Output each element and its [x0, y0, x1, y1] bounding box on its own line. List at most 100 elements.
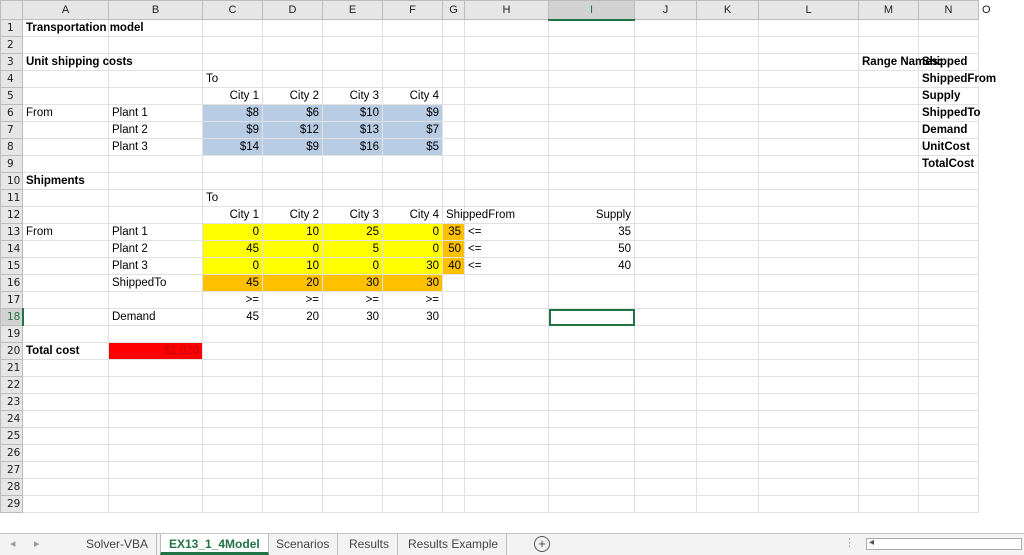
cell-b9[interactable]	[108, 155, 203, 173]
row-header-4[interactable]: 4	[0, 70, 23, 88]
cell-g19[interactable]	[442, 325, 465, 343]
cell-f5[interactable]: City 4	[382, 87, 443, 105]
row-header-10[interactable]: 10	[0, 172, 23, 190]
cell-m24[interactable]	[858, 410, 919, 428]
cell-d18[interactable]: 20	[262, 308, 323, 326]
cell-n14[interactable]	[918, 240, 979, 258]
cell-n28[interactable]	[918, 478, 979, 496]
cell-h18[interactable]	[464, 308, 549, 326]
cell-b21[interactable]	[108, 359, 203, 377]
cell-e17[interactable]: >=	[322, 291, 383, 309]
cell-n10[interactable]	[918, 172, 979, 190]
cell-d12[interactable]: City 2	[262, 206, 323, 224]
cell-j3[interactable]	[634, 53, 697, 71]
cell-g11[interactable]	[442, 189, 465, 207]
cell-b29[interactable]	[108, 495, 203, 513]
cell-i8[interactable]	[548, 138, 635, 156]
cell-k9[interactable]	[696, 155, 759, 173]
row-header-8[interactable]: 8	[0, 138, 23, 156]
cell-m17[interactable]	[858, 291, 919, 309]
cell-h4[interactable]	[464, 70, 549, 88]
cell-k10[interactable]	[696, 172, 759, 190]
cell-c18[interactable]: 45	[202, 308, 263, 326]
cell-f26[interactable]	[382, 444, 443, 462]
cell-g28[interactable]	[442, 478, 465, 496]
cell-n17[interactable]	[918, 291, 979, 309]
row-header-13[interactable]: 13	[0, 223, 23, 241]
cell-d20[interactable]	[262, 342, 323, 360]
cell-i12[interactable]: Supply	[548, 206, 635, 224]
add-sheet-icon[interactable]: +	[534, 536, 550, 552]
cell-k18[interactable]	[696, 308, 759, 326]
cell-f19[interactable]	[382, 325, 443, 343]
cell-b6[interactable]: Plant 1	[108, 104, 203, 122]
cell-c20[interactable]	[202, 342, 263, 360]
column-header-g[interactable]: G	[442, 0, 465, 20]
cell-n2[interactable]	[918, 36, 979, 54]
cell-a16[interactable]	[22, 274, 109, 292]
cell-i3[interactable]	[548, 53, 635, 71]
cell-m26[interactable]	[858, 444, 919, 462]
cell-c24[interactable]	[202, 410, 263, 428]
cell-i10[interactable]	[548, 172, 635, 190]
row-header-1[interactable]: 1	[0, 19, 23, 37]
cell-h22[interactable]	[464, 376, 549, 394]
cell-f27[interactable]	[382, 461, 443, 479]
cell-l22[interactable]	[758, 376, 859, 394]
cell-b25[interactable]	[108, 427, 203, 445]
cell-a18[interactable]	[22, 308, 109, 326]
cell-c17[interactable]: >=	[202, 291, 263, 309]
cell-k20[interactable]	[696, 342, 759, 360]
column-header-j[interactable]: J	[634, 0, 697, 20]
cell-h11[interactable]	[464, 189, 549, 207]
cell-g18[interactable]	[442, 308, 465, 326]
cell-n23[interactable]	[918, 393, 979, 411]
cell-c12[interactable]: City 1	[202, 206, 263, 224]
column-header-k[interactable]: K	[696, 0, 759, 20]
cell-k22[interactable]	[696, 376, 759, 394]
cell-l10[interactable]	[758, 172, 859, 190]
cell-j2[interactable]	[634, 36, 697, 54]
cell-c15[interactable]: 0	[202, 257, 263, 275]
cell-j7[interactable]	[634, 121, 697, 139]
cell-h6[interactable]	[464, 104, 549, 122]
cell-j12[interactable]	[634, 206, 697, 224]
cell-a6[interactable]: From	[22, 104, 109, 122]
row-header-5[interactable]: 5	[0, 87, 23, 105]
cell-m3[interactable]: Range Names:	[858, 53, 942, 71]
cell-f22[interactable]	[382, 376, 443, 394]
cell-i16[interactable]	[548, 274, 635, 292]
cell-b10[interactable]	[108, 172, 203, 190]
row-header-2[interactable]: 2	[0, 36, 23, 54]
sheet-tab-scenarios[interactable]: Scenarios	[268, 534, 339, 555]
cell-b15[interactable]: Plant 3	[108, 257, 203, 275]
cell-n1[interactable]	[918, 19, 979, 37]
cell-d1[interactable]	[262, 19, 323, 37]
cell-c3[interactable]	[202, 53, 263, 71]
cell-i18-selected[interactable]	[548, 308, 635, 326]
cell-l25[interactable]	[758, 427, 859, 445]
cell-m1[interactable]	[858, 19, 919, 37]
cell-c6[interactable]: $8	[202, 104, 263, 122]
column-header-m[interactable]: M	[858, 0, 919, 20]
cell-j10[interactable]	[634, 172, 697, 190]
cell-h13[interactable]: <=	[464, 223, 549, 241]
cell-i14[interactable]: 50	[548, 240, 635, 258]
cell-j6[interactable]	[634, 104, 697, 122]
cell-k14[interactable]	[696, 240, 759, 258]
cell-f20[interactable]	[382, 342, 443, 360]
row-header-3[interactable]: 3	[0, 53, 23, 71]
cell-i1[interactable]	[548, 19, 635, 37]
cell-j15[interactable]	[634, 257, 697, 275]
cell-k23[interactable]	[696, 393, 759, 411]
cell-g8[interactable]	[442, 138, 465, 156]
cell-h2[interactable]	[464, 36, 549, 54]
cell-m5[interactable]	[858, 87, 919, 105]
row-header-6[interactable]: 6	[0, 104, 23, 122]
cell-m14[interactable]	[858, 240, 919, 258]
row-header-15[interactable]: 15	[0, 257, 23, 275]
cell-g4[interactable]	[442, 70, 465, 88]
row-header-28[interactable]: 28	[0, 478, 23, 496]
cell-g10[interactable]	[442, 172, 465, 190]
cell-f11[interactable]	[382, 189, 443, 207]
